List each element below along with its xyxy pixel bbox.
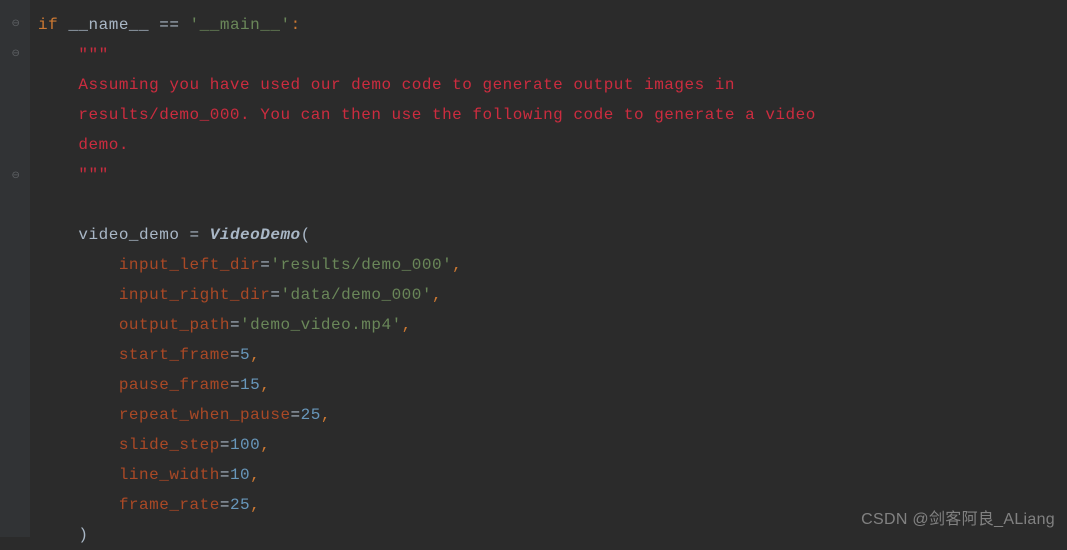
string-main: '__main__' [190,16,291,34]
equality-op: == [159,16,179,34]
comma: , [250,496,260,514]
param-name: input_right_dir [119,286,271,304]
colon: : [291,16,301,34]
comma: , [260,376,270,394]
param-value: 'results/demo_000' [270,256,452,274]
docstring-line: results/demo_000. You can then use the f… [78,106,815,124]
code-content[interactable]: if __name__ == '__main__': """ Assuming … [30,0,1067,537]
param-value: 25 [301,406,321,424]
comma: , [402,316,412,334]
param-name: input_left_dir [119,256,260,274]
open-paren: ( [301,226,311,244]
gutter: ⊖ ⊖ ⊖ [0,0,30,537]
equals: = [220,436,230,454]
close-paren: ) [78,526,88,544]
comma: , [452,256,462,274]
assign-op: = [179,226,209,244]
param-name: repeat_when_pause [119,406,291,424]
equals: = [220,496,230,514]
param-value: 'demo_video.mp4' [240,316,402,334]
equals: = [270,286,280,304]
comma: , [432,286,442,304]
param-name: slide_step [119,436,220,454]
param-name: frame_rate [119,496,220,514]
comma: , [250,346,260,364]
param-name: pause_frame [119,376,230,394]
watermark: CSDN @剑客阿良_ALiang [861,505,1055,529]
fold-icon[interactable]: ⊖ [10,18,22,30]
equals: = [220,466,230,484]
equals: = [230,376,240,394]
equals: = [230,316,240,334]
dunder-name: __name__ [68,16,149,34]
variable: video_demo [78,226,179,244]
param-value: 25 [230,496,250,514]
param-name: line_width [119,466,220,484]
param-value: 10 [230,466,250,484]
docstring-open: """ [78,46,108,64]
equals: = [230,346,240,364]
keyword-if: if [38,16,58,34]
class-name: VideoDemo [210,226,301,244]
comma: , [260,436,270,454]
equals: = [260,256,270,274]
param-value: 5 [240,346,250,364]
param-name: output_path [119,316,230,334]
comma: , [321,406,331,424]
param-value: 'data/demo_000' [280,286,432,304]
code-editor[interactable]: ⊖ ⊖ ⊖ if __name__ == '__main__': """ Ass… [0,0,1067,537]
param-name: start_frame [119,346,230,364]
docstring-line: Assuming you have used our demo code to … [78,76,735,94]
fold-icon[interactable]: ⊖ [10,48,22,60]
equals: = [291,406,301,424]
param-value: 15 [240,376,260,394]
param-value: 100 [230,436,260,454]
docstring-close: """ [78,166,108,184]
docstring-line: demo. [78,136,129,154]
fold-icon[interactable]: ⊖ [10,170,22,182]
comma: , [250,466,260,484]
